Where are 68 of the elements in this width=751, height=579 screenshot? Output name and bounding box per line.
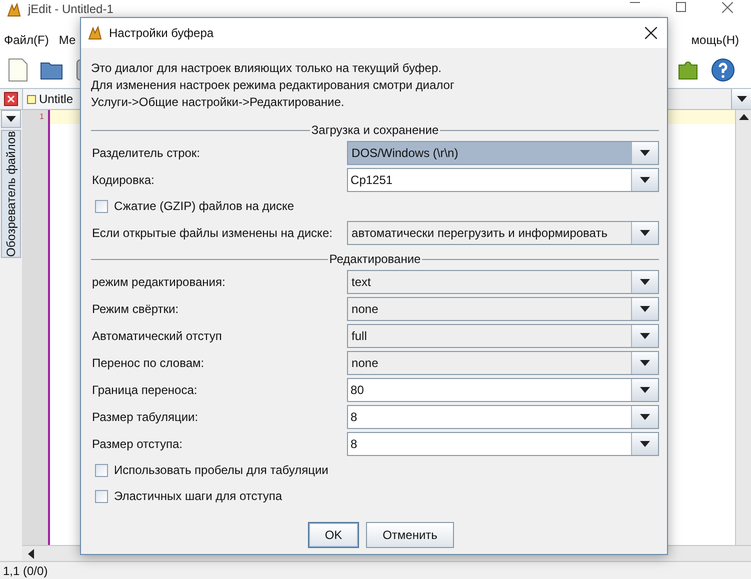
- dropdown-button[interactable]: [731, 89, 751, 109]
- close-icon[interactable]: [645, 27, 657, 39]
- field-label: Граница переноса:: [91, 382, 198, 398]
- puzzle-icon[interactable]: [677, 59, 699, 81]
- side-tab[interactable]: Обозреватель файлов: [1, 130, 21, 258]
- section-title: Редактирование: [328, 251, 422, 268]
- new-file-icon[interactable]: [8, 58, 28, 82]
- down-arrow-icon: [640, 414, 650, 420]
- checkbox-label: Эластичных шаги для отступа: [114, 488, 282, 505]
- dialog-button[interactable]: OK: [308, 522, 359, 548]
- menu-item[interactable]: мощь(H): [691, 31, 739, 49]
- dropdown[interactable]: 8: [346, 432, 659, 456]
- logo-icon: [87, 25, 103, 41]
- dropdown[interactable]: text: [346, 270, 659, 294]
- field-label: Если открытые файлы изменены на диске:: [91, 224, 334, 242]
- window-title: jEdit - Untitled-1: [28, 2, 114, 16]
- dialog-button[interactable]: Отменить: [366, 522, 454, 548]
- field-label: Размер отступа:: [91, 436, 184, 452]
- checkbox[interactable]: [95, 490, 108, 502]
- section-title: Загрузка и сохранение: [310, 122, 440, 139]
- down-arrow-icon: [640, 278, 650, 284]
- description-line: Это диалог для настроек влияющих только на текущий буфер.: [91, 60, 442, 77]
- down-arrow-icon: [6, 116, 16, 122]
- line-number: 1: [40, 111, 44, 123]
- field-label: режим редактирования:: [91, 274, 226, 290]
- up-arrow-icon: [738, 114, 748, 120]
- left-arrow-icon: [28, 548, 34, 558]
- maximize-icon[interactable]: [676, 2, 686, 12]
- field-label: Перенос по словам:: [91, 354, 206, 372]
- field-label: Разделитель строк:: [91, 144, 202, 162]
- field-label: Режим свёртки:: [91, 300, 180, 318]
- dialog-title: Настройки буфера: [109, 25, 214, 42]
- scrollbar[interactable]: [735, 110, 751, 545]
- logo-icon: [6, 2, 22, 18]
- field-label: Кодировка:: [91, 172, 156, 188]
- checkbox-label: Использовать пробелы для табуляции: [114, 462, 328, 479]
- down-arrow-icon: [640, 332, 650, 338]
- dropdown[interactable]: full: [346, 324, 659, 348]
- dropdown[interactable]: DOS/Windows (\r\n): [346, 140, 659, 164]
- down-arrow-icon: [640, 150, 650, 156]
- checkbox[interactable]: [95, 200, 108, 212]
- description-line: Для изменения настроек режима редактирования смотри диалог: [91, 77, 456, 94]
- close-icon[interactable]: [4, 92, 18, 106]
- dropdown[interactable]: none: [346, 296, 659, 320]
- down-arrow-icon: [640, 440, 650, 446]
- dropdown[interactable]: автоматически перегрузить и информировать: [346, 220, 659, 244]
- dropdown[interactable]: 80: [346, 378, 659, 402]
- down-arrow-icon: [736, 96, 746, 102]
- dropdown[interactable]: 8: [346, 404, 659, 428]
- dropdown[interactable]: Cp1251: [346, 168, 659, 192]
- dock-button[interactable]: [1, 110, 21, 128]
- down-arrow-icon: [640, 386, 650, 392]
- checkbox-label: Сжатие (GZIP) файлов на диске: [114, 198, 294, 215]
- down-arrow-icon: [640, 230, 650, 236]
- field-label: Автоматический отступ: [91, 328, 223, 344]
- description-line: Услуги->Общие настройки->Редактирование.: [91, 94, 346, 111]
- down-arrow-icon: [640, 306, 650, 312]
- down-arrow-icon: [640, 176, 650, 182]
- menu-item[interactable]: Файл(F): [4, 31, 49, 49]
- field-label: Размер табуляции:: [91, 408, 200, 426]
- status-text: 1,1 (0/0): [3, 562, 48, 579]
- menu-item[interactable]: Ме: [58, 31, 76, 49]
- buffer-tab[interactable]: Untitle: [22, 89, 82, 109]
- folder-icon[interactable]: [40, 60, 64, 80]
- dropdown[interactable]: none: [346, 350, 659, 374]
- checkbox[interactable]: [95, 464, 108, 476]
- down-arrow-icon: [640, 360, 650, 366]
- help-icon[interactable]: [711, 58, 735, 82]
